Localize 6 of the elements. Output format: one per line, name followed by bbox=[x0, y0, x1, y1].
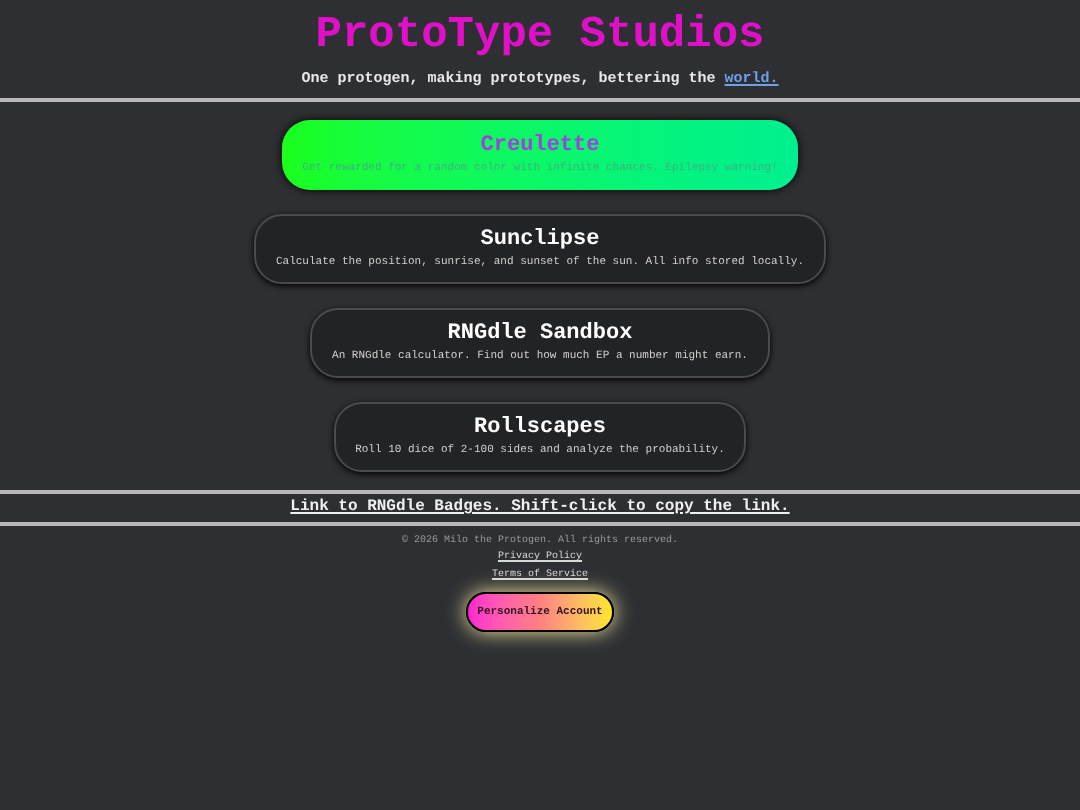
project-title: Sunclipse bbox=[480, 228, 600, 254]
project-title: RNGdle Sandbox bbox=[447, 322, 633, 348]
project-title: Creulette bbox=[480, 134, 600, 160]
project-title: Rollscapes bbox=[473, 416, 606, 442]
badges-link[interactable]: Link to RNGdle Badges. Shift-click to copy the link. bbox=[290, 494, 790, 522]
site-title: ProtoType Studios bbox=[315, 8, 765, 64]
